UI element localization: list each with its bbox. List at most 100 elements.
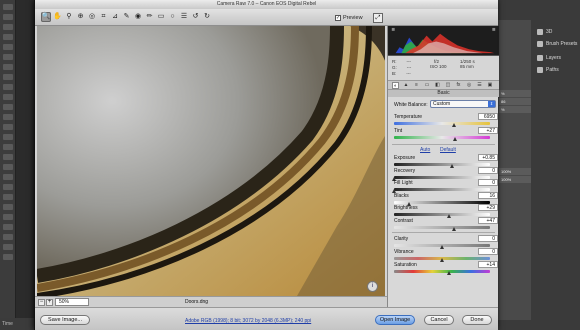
slider-value-field[interactable]: 0 bbox=[478, 248, 498, 255]
red-eye-icon[interactable]: ◉ bbox=[133, 12, 143, 22]
ps-tool-icon[interactable] bbox=[3, 54, 13, 60]
slider-thumb[interactable] bbox=[451, 226, 456, 231]
zoom-out-icon[interactable]: − bbox=[38, 299, 45, 306]
white-balance-select[interactable]: Custom ⇕ bbox=[430, 100, 496, 108]
ps-tool-icon[interactable] bbox=[3, 244, 13, 250]
slider-value-field[interactable]: 0 bbox=[478, 166, 498, 174]
slider-thumb[interactable] bbox=[446, 214, 451, 218]
ps-panel-value[interactable]: 100% bbox=[499, 176, 531, 183]
ps-panel-value[interactable]: % bbox=[499, 106, 531, 113]
auto-link[interactable]: Auto bbox=[420, 147, 430, 153]
presets-tab-icon[interactable]: ☰ bbox=[476, 82, 483, 89]
rotate-right-icon[interactable]: ↻ bbox=[202, 12, 212, 22]
info-icon[interactable]: i bbox=[367, 281, 378, 292]
ps-panel-value[interactable]: 86 bbox=[499, 98, 531, 105]
slider-thumb[interactable] bbox=[446, 271, 451, 275]
slider-value-field[interactable]: 0 bbox=[478, 179, 498, 186]
preview-check-icon[interactable]: ✓ bbox=[335, 14, 341, 21]
split-toning-tab-icon[interactable]: ◧ bbox=[434, 82, 441, 89]
ps-panel-layers[interactable]: Layers bbox=[536, 52, 580, 64]
slider-value-field[interactable]: +14 bbox=[478, 261, 498, 268]
slider-value-field[interactable]: +29 bbox=[478, 204, 498, 211]
basic-tab-icon[interactable]: ◐ bbox=[392, 82, 399, 89]
slider-track[interactable] bbox=[394, 136, 490, 139]
slider-value-field[interactable]: 16 bbox=[478, 191, 498, 199]
slider-value-field[interactable]: +27 bbox=[478, 127, 498, 134]
adjustment-brush-icon[interactable]: ✏ bbox=[145, 12, 155, 22]
ps-panel-paths[interactable]: Paths bbox=[536, 64, 580, 76]
ps-tool-icon[interactable] bbox=[3, 34, 13, 40]
slider-thumb[interactable] bbox=[451, 123, 456, 127]
ps-tool-icon[interactable] bbox=[3, 134, 13, 140]
tone-curve-tab-icon[interactable]: ▲ bbox=[403, 82, 410, 89]
workflow-options-link[interactable]: Adobe RGB (1998); 8 bit; 3072 by 2048 (6… bbox=[185, 318, 311, 324]
slider-thumb[interactable] bbox=[453, 137, 458, 141]
radial-filter-icon[interactable]: ○ bbox=[168, 12, 178, 22]
ps-tool-icon[interactable] bbox=[3, 64, 13, 70]
slider-track[interactable] bbox=[394, 213, 490, 216]
ps-tool-icon[interactable] bbox=[3, 154, 13, 160]
slider-track[interactable] bbox=[394, 122, 490, 125]
slider-track[interactable] bbox=[394, 270, 490, 273]
ps-tool-icon[interactable] bbox=[3, 114, 13, 120]
ps-tool-icon[interactable] bbox=[3, 24, 13, 30]
targeted-adjust-icon[interactable]: ◎ bbox=[87, 12, 97, 22]
ps-tool-icon[interactable] bbox=[3, 234, 13, 240]
ps-tool-icon[interactable] bbox=[3, 194, 13, 200]
save-image-button[interactable]: Save Image... bbox=[40, 315, 90, 325]
ps-tool-icon[interactable] bbox=[3, 124, 13, 130]
ps-tool-icon[interactable] bbox=[3, 214, 13, 220]
cancel-button[interactable]: Cancel bbox=[424, 315, 454, 325]
ps-tool-icon[interactable] bbox=[3, 164, 13, 170]
open-image-button[interactable]: Open Image bbox=[375, 315, 415, 325]
color-sampler-icon[interactable]: ⊕ bbox=[76, 12, 86, 22]
ps-panel-brush-presets[interactable]: Brush Presets bbox=[536, 38, 580, 50]
ps-tool-icon[interactable] bbox=[3, 224, 13, 230]
slider-thumb[interactable] bbox=[449, 164, 454, 168]
ps-tool-icon[interactable] bbox=[3, 204, 13, 210]
ps-tool-icon[interactable] bbox=[3, 14, 13, 20]
ps-tool-icon[interactable] bbox=[3, 184, 13, 190]
slider-track[interactable] bbox=[394, 225, 490, 229]
ps-tool-icon[interactable] bbox=[3, 4, 13, 10]
ps-tool-icon[interactable] bbox=[3, 84, 13, 90]
slider-value-field[interactable]: 6950 bbox=[478, 113, 498, 120]
slider-thumb[interactable] bbox=[440, 258, 444, 262]
ps-tool-icon[interactable] bbox=[3, 44, 13, 50]
crop-icon[interactable]: ⌗ bbox=[99, 12, 109, 22]
ps-tool-icon[interactable] bbox=[3, 174, 13, 180]
camera-calibration-tab-icon[interactable]: ◎ bbox=[466, 82, 473, 89]
graduated-filter-icon[interactable]: ▭ bbox=[156, 12, 166, 22]
ps-panel-3d[interactable]: 3D bbox=[536, 26, 580, 38]
lens-corrections-tab-icon[interactable]: ◫ bbox=[445, 82, 452, 89]
zoom-in-icon[interactable]: + bbox=[46, 299, 53, 306]
straighten-icon[interactable]: ⊿ bbox=[110, 12, 120, 22]
hsl-tab-icon[interactable]: ▭ bbox=[424, 82, 431, 89]
slider-value-field[interactable]: +0.85 bbox=[478, 154, 498, 161]
slider-thumb[interactable] bbox=[440, 245, 444, 249]
default-link[interactable]: Default bbox=[440, 147, 456, 153]
ps-tool-icon[interactable] bbox=[3, 144, 13, 150]
ps-panel-value[interactable]: 100% bbox=[499, 168, 531, 175]
ps-tool-icon[interactable] bbox=[3, 94, 13, 100]
zoom-icon[interactable]: 🔍 bbox=[41, 12, 51, 22]
zoom-select[interactable]: 50% bbox=[55, 298, 89, 306]
white-balance-icon[interactable]: ⚲ bbox=[64, 12, 74, 22]
spot-removal-icon[interactable]: ✎ bbox=[122, 12, 132, 22]
ps-tool-icon[interactable] bbox=[3, 254, 13, 260]
ps-tool-icon[interactable] bbox=[3, 104, 13, 110]
snapshots-tab-icon[interactable]: ▣ bbox=[487, 82, 494, 89]
detail-tab-icon[interactable]: ≡ bbox=[413, 82, 420, 89]
hand-icon[interactable]: ✋ bbox=[53, 12, 63, 22]
slider-track[interactable] bbox=[394, 175, 490, 179]
timeline-panel-tab[interactable]: Time bbox=[0, 318, 34, 330]
rotate-left-icon[interactable]: ↺ bbox=[191, 12, 201, 22]
effects-tab-icon[interactable]: fx bbox=[455, 82, 462, 89]
slider-track[interactable] bbox=[394, 163, 490, 166]
slider-value-field[interactable]: 0 bbox=[478, 235, 498, 242]
ps-panel-value[interactable]: % bbox=[499, 90, 531, 97]
preview-checkbox[interactable]: ✓ Preview bbox=[335, 14, 363, 22]
ps-tool-icon[interactable] bbox=[3, 74, 13, 80]
image-preview[interactable]: i bbox=[37, 26, 385, 296]
preferences-icon[interactable]: ☰ bbox=[179, 12, 189, 22]
